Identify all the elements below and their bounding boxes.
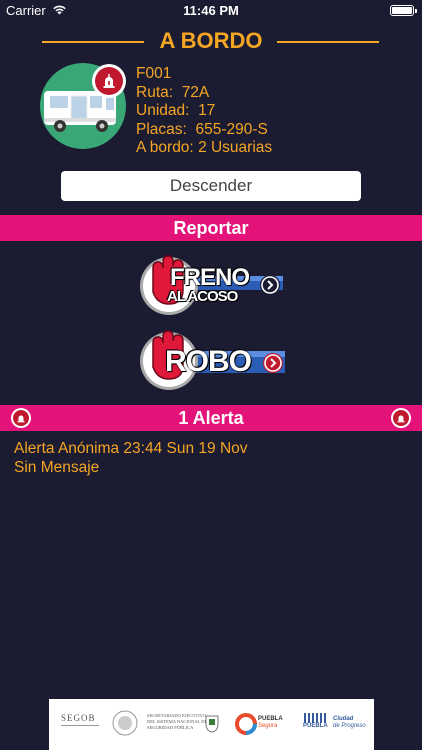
- alarm-icon: [11, 408, 31, 428]
- alarm-icon: [391, 408, 411, 428]
- puebla-segura-icon: [235, 713, 257, 735]
- alarm-icon: [103, 74, 115, 88]
- onboard-value: 2 Usuarias: [198, 139, 273, 156]
- report-section-header: Reportar: [0, 215, 422, 241]
- alert-message: Sin Mensaje: [14, 458, 100, 476]
- secretariado-logo: SECRETARIADO EJECUTIVO DEL SISTEMA NACIO…: [147, 713, 208, 730]
- puebla-logo: PUEBLA: [303, 713, 328, 729]
- descender-button[interactable]: Descender: [61, 171, 361, 201]
- route-value: 72A: [181, 83, 210, 101]
- unit-label: Unidad:: [136, 102, 190, 119]
- footer-logos: SEGOB SECRETARIADO EJECUTIVO DEL SISTEMA…: [49, 699, 374, 750]
- trip-code: F001: [136, 65, 172, 82]
- shield-icon: [205, 715, 219, 733]
- ciudad-progreso-logo: Ciudad de Progreso: [333, 716, 366, 729]
- freno-al-acoso-button[interactable]: FRENO AL ACOSO: [137, 248, 287, 318]
- trip-route: Ruta: 72A: [136, 84, 272, 103]
- trip-unit: Unidad: 17: [136, 102, 272, 121]
- route-label: Ruta:: [136, 83, 174, 101]
- unit-value: 17: [198, 102, 216, 119]
- freno-label-line2: AL ACOSO: [167, 288, 238, 305]
- trip-info: F001 Ruta: 72A Unidad: 17 Placas: 655-29…: [136, 65, 272, 158]
- plates-value: 655-290-S: [195, 120, 268, 138]
- battery-icon: [390, 5, 417, 16]
- puebla-segura-logo: PUEBLA Segura: [258, 716, 283, 729]
- mexico-seal-icon: [112, 710, 138, 736]
- onboard-label: A bordo:: [136, 139, 194, 156]
- title-divider-right: [277, 41, 379, 43]
- plates-label: Placas:: [136, 120, 187, 138]
- status-bar: Carrier 11:46 PM: [0, 0, 422, 22]
- robo-label: ROBO: [165, 345, 252, 378]
- clock: 11:46 PM: [183, 3, 239, 18]
- segob-logo: SEGOB: [61, 713, 99, 726]
- trip-plates: Placas: 655-290-S: [136, 121, 272, 140]
- trip-onboard: A bordo: 2 Usuarias: [136, 139, 272, 158]
- alarm-badge: [92, 64, 126, 98]
- alert-item[interactable]: Alerta Anónima 23:44 Sun 19 Nov Sin Mens…: [14, 440, 248, 477]
- header: A BORDO: [0, 28, 422, 56]
- robo-button[interactable]: ROBO: [137, 323, 287, 393]
- alert-title: Alerta Anónima 23:44 Sun 19 Nov: [14, 440, 248, 457]
- alerts-section-header: 1 Alerta: [0, 405, 422, 431]
